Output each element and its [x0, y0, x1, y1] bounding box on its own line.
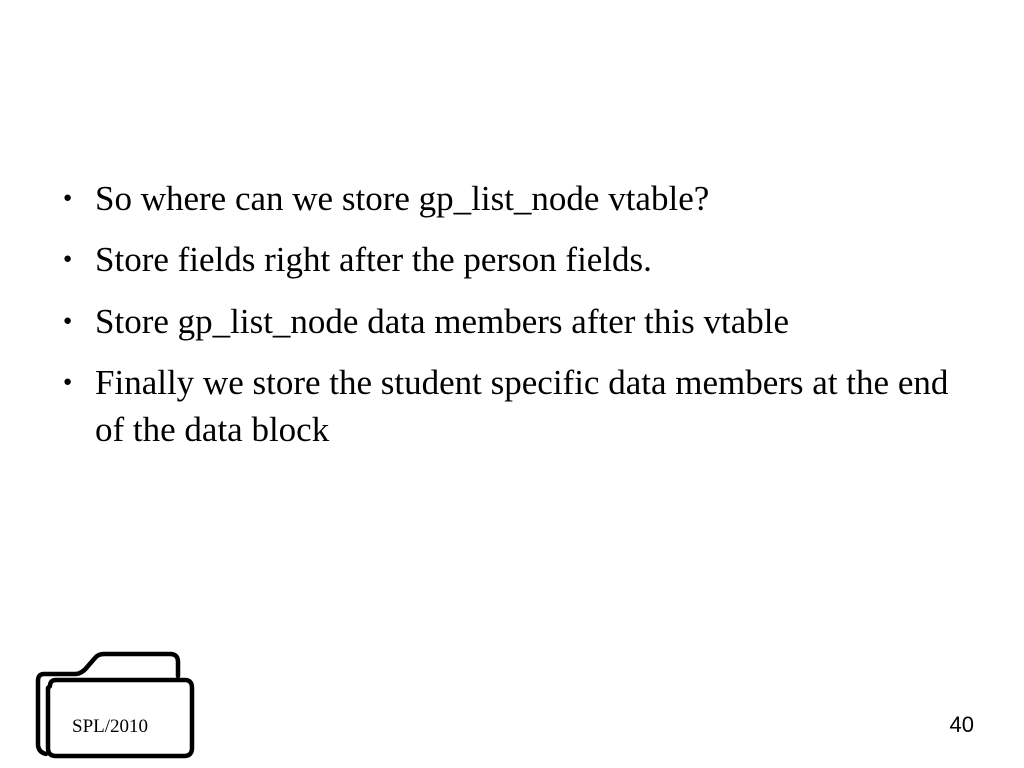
- folder-label: SPL/2010: [72, 716, 148, 738]
- slide-content: So where can we store gp_list_node vtabl…: [0, 0, 1024, 453]
- list-item: Store fields right after the person fiel…: [55, 236, 974, 283]
- list-item: Store gp_list_node data members after th…: [55, 298, 974, 345]
- list-item: So where can we store gp_list_node vtabl…: [55, 175, 974, 222]
- folder-icon: [20, 636, 200, 766]
- page-number: 40: [950, 712, 974, 738]
- list-item: Finally we store the student specific da…: [55, 359, 974, 454]
- bullet-list: So where can we store gp_list_node vtabl…: [55, 175, 974, 453]
